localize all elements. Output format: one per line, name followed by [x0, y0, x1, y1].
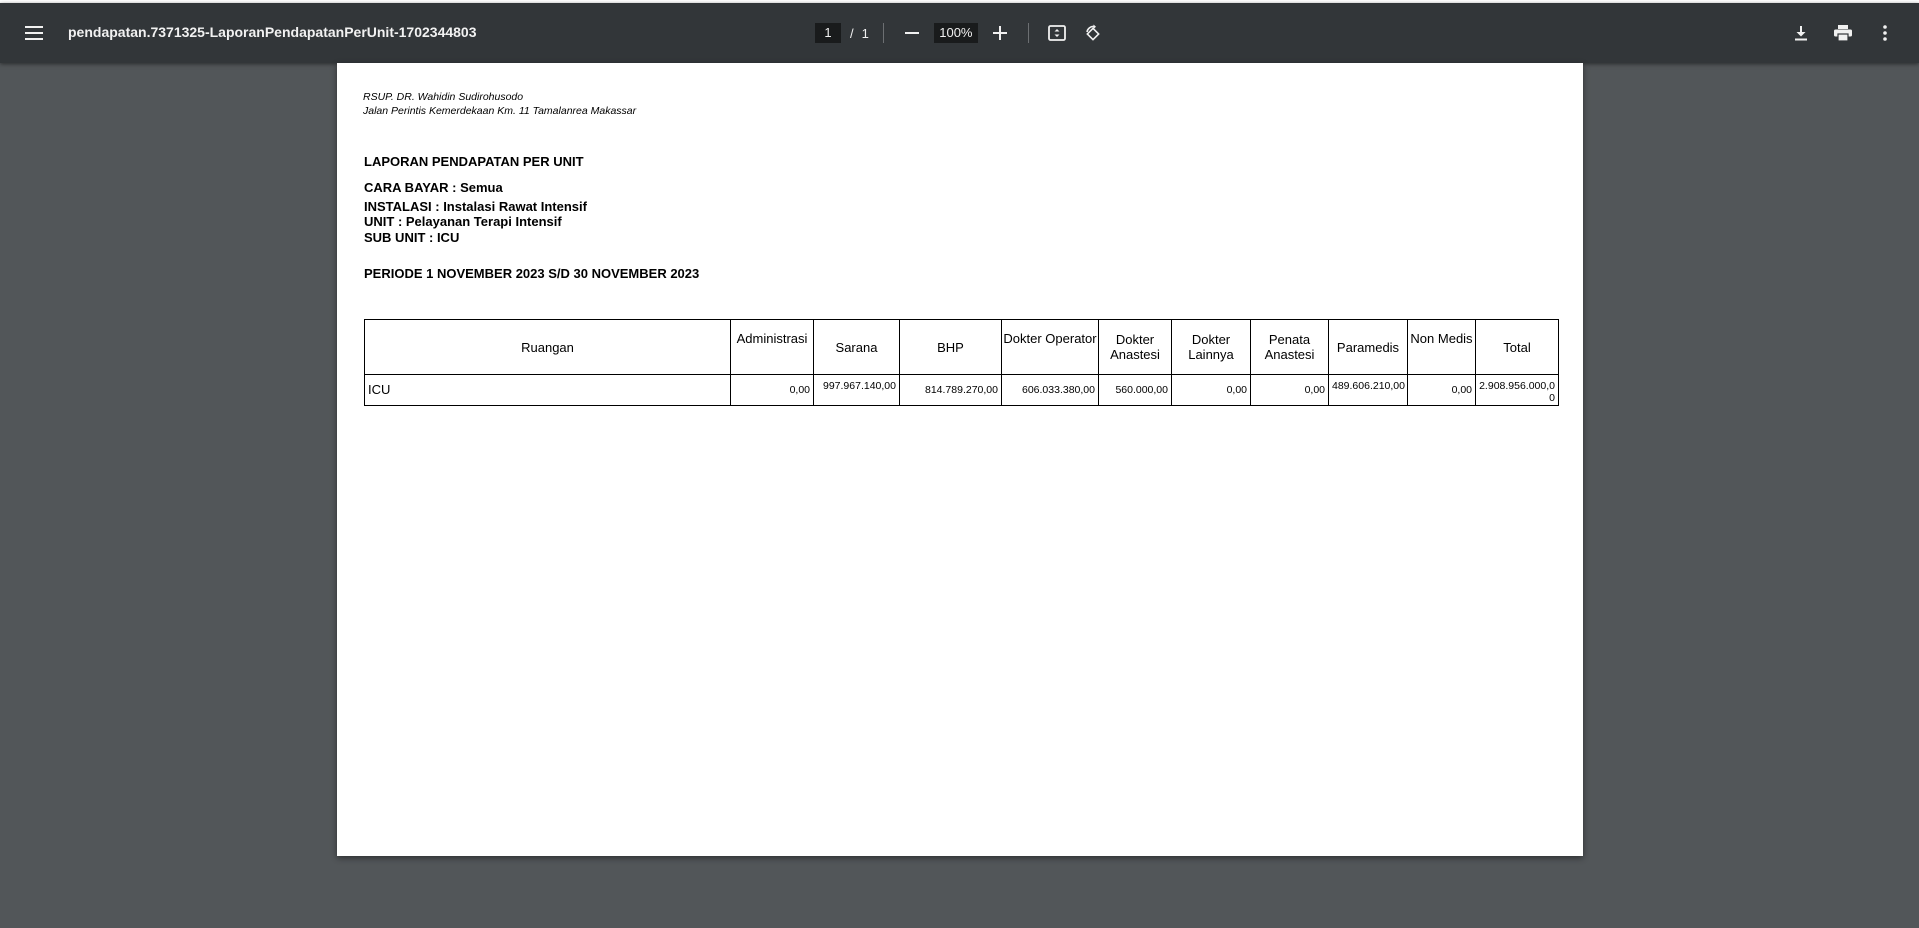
page-total: 1 — [861, 25, 869, 41]
col-dokter-lainnya: Dokter Lainnya — [1171, 319, 1251, 375]
download-icon — [1795, 26, 1807, 41]
zoom-out-button[interactable] — [898, 19, 926, 47]
col-penata-anastesi: Penata Anastesi — [1250, 319, 1329, 375]
col-ruangan: Ruangan — [364, 319, 731, 375]
toolbar-divider — [882, 23, 884, 43]
print-button[interactable] — [1829, 19, 1857, 47]
viewer-toolbar: pendapatan.7371325-LaporanPendapatanPerU… — [0, 3, 1919, 63]
sub-unit: SUB UNIT : ICU — [364, 229, 460, 245]
col-sarana: Sarana — [813, 319, 900, 375]
page-zoom-controls: 1 / 1 100% — [815, 17, 1107, 49]
zoom-level-input[interactable]: 100% — [933, 23, 978, 43]
cell-penata-anastesi: 0,00 — [1250, 374, 1329, 406]
menu-button[interactable] — [20, 19, 48, 47]
cell-sarana: 997.967.140,00 — [813, 374, 900, 406]
hospital-header: RSUP. DR. Wahidin Sudirohusodo Jalan Per… — [363, 90, 636, 118]
col-paramedis: Paramedis — [1328, 319, 1408, 375]
col-dokter-anastesi: Dokter Anastesi — [1098, 319, 1172, 375]
report-period: PERIODE 1 NOVEMBER 2023 S/D 30 NOVEMBER … — [364, 266, 700, 281]
rotate-button[interactable] — [1079, 19, 1107, 47]
fit-page-icon — [1047, 25, 1066, 41]
pdf-viewer: pendapatan.7371325-LaporanPendapatanPerU… — [0, 3, 1919, 928]
cara-bayar: CARA BAYAR : Semua — [364, 180, 503, 195]
more-vertical-icon — [1883, 25, 1887, 41]
cell-ruangan: ICU — [364, 374, 731, 406]
hospital-name: RSUP. DR. Wahidin Sudirohusodo — [363, 91, 524, 103]
page-separator: / — [850, 25, 854, 41]
fit-page-button[interactable] — [1043, 19, 1071, 47]
print-icon — [1834, 25, 1852, 41]
right-toolbar-actions — [1787, 19, 1899, 47]
report-filters: CARA BAYAR : Semua INSTALASI : Instalasi… — [364, 180, 587, 245]
instalasi: INSTALASI : Instalasi Rawat Intensif — [364, 198, 587, 214]
cell-bhp: 814.789.270,00 — [899, 374, 1002, 406]
col-bhp: BHP — [899, 319, 1002, 375]
app-window: pendapatan.7371325-LaporanPendapatanPerU… — [0, 0, 1919, 928]
col-total: Total — [1475, 319, 1559, 375]
col-dokter-operator: Dokter Operator — [1001, 319, 1099, 375]
cell-total: 2.908.956.000,00 — [1475, 374, 1559, 406]
table-row: ICU 0,00 997.967.140,00 814.789.270,00 6… — [364, 374, 1559, 406]
cell-administrasi: 0,00 — [730, 374, 814, 406]
more-actions-button[interactable] — [1871, 19, 1899, 47]
menu-icon — [25, 26, 43, 40]
page-number-input[interactable]: 1 — [815, 23, 841, 43]
col-administrasi: Administrasi — [730, 319, 814, 375]
pdf-page: RSUP. DR. Wahidin Sudirohusodo Jalan Per… — [337, 63, 1583, 856]
revenue-table: Ruangan Administrasi Sarana BHP Dokter O… — [364, 319, 1559, 406]
cell-dokter-anastesi: 560.000,00 — [1098, 374, 1172, 406]
plus-icon — [992, 26, 1007, 40]
cell-non-medis: 0,00 — [1407, 374, 1476, 406]
table-header-row: Ruangan Administrasi Sarana BHP Dokter O… — [364, 319, 1559, 375]
document-title: pendapatan.7371325-LaporanPendapatanPerU… — [68, 24, 477, 40]
download-button[interactable] — [1787, 19, 1815, 47]
hospital-address: Jalan Perintis Kemerdekaan Km. 11 Tamala… — [363, 105, 637, 117]
cell-paramedis: 489.606.210,00 — [1328, 374, 1408, 406]
cell-dokter-lainnya: 0,00 — [1171, 374, 1251, 406]
zoom-in-button[interactable] — [986, 19, 1014, 47]
rotate-icon — [1086, 24, 1100, 41]
minus-icon — [904, 32, 919, 34]
cell-dokter-operator: 606.033.380,00 — [1001, 374, 1099, 406]
unit: UNIT : Pelayanan Terapi Intensif — [364, 214, 562, 229]
toolbar-divider — [1027, 23, 1029, 43]
report-title: LAPORAN PENDAPATAN PER UNIT — [364, 154, 584, 169]
col-non-medis: Non Medis — [1407, 319, 1476, 375]
